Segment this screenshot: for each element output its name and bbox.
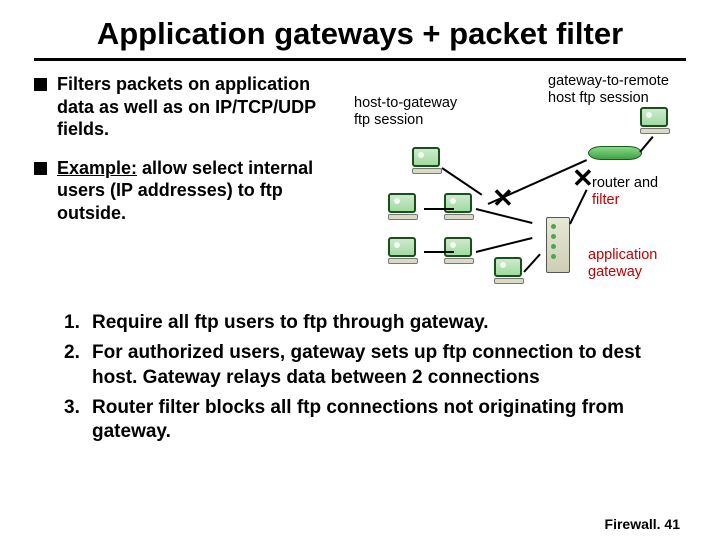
blocked-x-icon: ✕ <box>572 163 594 194</box>
label-filter-word: filter <box>592 192 619 208</box>
link-line <box>569 189 587 224</box>
step-text: Router filter blocks all ftp connections… <box>92 396 680 445</box>
label-line: application <box>588 247 657 264</box>
example-label: Example: <box>57 158 137 178</box>
bullet-1-text: Filters packets on application data as w… <box>57 73 334 141</box>
title-rule <box>34 58 686 61</box>
gateway-icon <box>546 217 570 273</box>
router-icon <box>588 139 642 167</box>
left-column: Filters packets on application data as w… <box>34 73 334 293</box>
link-line <box>441 167 482 195</box>
remote-host-icon <box>640 107 676 137</box>
network-diagram: host-to-gateway ftp session gateway-to-r… <box>348 73 686 293</box>
host-icon <box>388 193 424 223</box>
diagram-area: host-to-gateway ftp session gateway-to-r… <box>348 73 686 293</box>
numbered-steps: 1. Require all ftp users to ftp through … <box>64 311 680 445</box>
bullet-1: Filters packets on application data as w… <box>34 73 334 141</box>
blocked-x-icon: ✕ <box>492 183 514 214</box>
step-3: 3. Router filter blocks all ftp connecti… <box>64 396 680 445</box>
bullet-square-icon <box>34 162 47 175</box>
label-line: gateway <box>588 264 657 281</box>
link-line <box>476 237 533 253</box>
step-number: 2. <box>64 341 86 390</box>
slide-footer: Firewall. 41 <box>605 516 680 532</box>
label-line: gateway-to-remote <box>548 73 669 90</box>
bullet-square-icon <box>34 78 47 91</box>
label-router-filter: router and filter <box>592 175 686 208</box>
label-router-word: router and <box>592 175 658 191</box>
label-line: host ftp session <box>548 90 669 107</box>
step-2: 2. For authorized users, gateway sets up… <box>64 341 680 390</box>
link-line <box>424 251 454 253</box>
step-number: 1. <box>64 311 86 335</box>
bullet-2: Example: allow select internal users (IP… <box>34 157 334 225</box>
label-host-to-gateway: host-to-gateway ftp session <box>354 95 457 128</box>
step-text: Require all ftp users to ftp through gat… <box>92 311 489 335</box>
host-icon <box>388 237 424 267</box>
step-1: 1. Require all ftp users to ftp through … <box>64 311 680 335</box>
step-number: 3. <box>64 396 86 445</box>
label-line: host-to-gateway <box>354 95 457 112</box>
link-line <box>424 208 454 210</box>
label-gateway-remote: gateway-to-remote host ftp session <box>548 73 669 106</box>
label-app-gateway: application gateway <box>588 247 657 280</box>
step-text: For authorized users, gateway sets up ft… <box>92 341 680 390</box>
bullet-2-text: Example: allow select internal users (IP… <box>57 157 334 225</box>
host-icon <box>412 147 448 177</box>
label-line: ftp session <box>354 112 457 129</box>
slide-title: Application gateways + packet filter <box>34 14 686 58</box>
